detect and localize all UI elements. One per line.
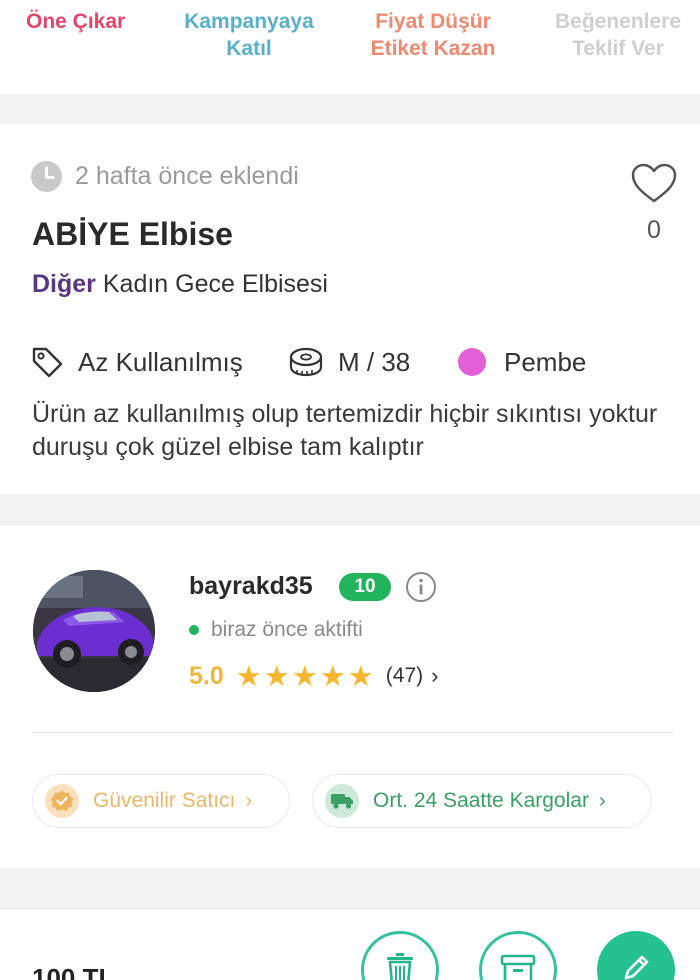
fast-shipping-label: Ort. 24 Saatte Kargolar	[373, 789, 589, 812]
archive-button[interactable]	[479, 931, 557, 980]
price-drop-tab[interactable]: Fiyat Düşür Etiket Kazan	[362, 8, 504, 62]
chevron-right-icon: ›	[598, 789, 606, 812]
product-price: 100 TL	[32, 963, 115, 980]
measuring-tape-icon	[289, 347, 323, 377]
feature-tab[interactable]: Öne Çıkar	[26, 8, 125, 35]
size-text: M / 38	[338, 346, 411, 377]
offer-likers-tab[interactable]: Beğenenlere Teklif Ver	[548, 8, 688, 62]
size-attr: M / 38	[288, 342, 410, 382]
clock-icon	[30, 160, 63, 192]
chevron-right-icon: ›	[245, 789, 253, 812]
color-text: Pembe	[504, 346, 587, 377]
info-icon[interactable]	[405, 571, 437, 603]
product-attributes: Az Kullanılmış M / 38 Pembe	[30, 342, 690, 382]
condition-text: Az Kullanılmış	[78, 346, 243, 377]
delete-button[interactable]	[361, 931, 439, 980]
badge-check-icon	[45, 784, 79, 818]
like-count: 0	[647, 216, 661, 244]
seller-rating[interactable]: 5.0 ★★★★★ (47) ›	[189, 660, 439, 693]
truck-icon	[325, 784, 359, 818]
added-time-text: 2 hafta önce eklendi	[75, 161, 299, 190]
avatar-image	[33, 570, 155, 692]
color-attr: Pembe	[458, 342, 586, 382]
box-icon	[500, 954, 536, 980]
campaign-tab[interactable]: Kampanyaya Katıl	[180, 8, 318, 62]
seller-status: biraz önce aktifti	[189, 618, 363, 642]
seller-level-badge: 10	[339, 573, 391, 601]
trusted-seller-badge[interactable]: Güvenilir Satıcı ›	[32, 774, 290, 828]
product-title: ABİYE Elbise	[32, 216, 233, 252]
condition-attr: Az Kullanılmış	[30, 342, 243, 382]
fast-shipping-badge[interactable]: Ort. 24 Saatte Kargolar ›	[312, 774, 652, 828]
action-tabs: Öne Çıkar Kampanyaya Katıl Fiyat Düşür E…	[0, 0, 700, 94]
product-card: 2 hafta önce eklendi 0 ABİYE Elbise Diğe…	[0, 124, 700, 494]
trusted-seller-label: Güvenilir Satıcı	[93, 789, 236, 812]
pencil-icon	[624, 955, 649, 980]
seller-username[interactable]: bayrakd35	[189, 572, 313, 601]
tag-icon	[32, 347, 63, 378]
review-count: (47)	[385, 664, 424, 687]
added-time: 2 hafta önce eklendi	[30, 160, 299, 192]
bottom-action-bar: 100 TL	[0, 908, 700, 980]
rating-stars: ★★★★★	[235, 660, 376, 693]
product-category: Diğer Kadın Gece Elbisesi	[32, 270, 328, 299]
online-dot	[189, 625, 199, 635]
avatar[interactable]	[33, 570, 155, 692]
category-sub: Kadın Gece Elbisesi	[102, 270, 328, 298]
product-description: Ürün az kullanılmış olup tertemizdir hiç…	[32, 400, 658, 461]
seller-status-text: biraz önce aktifti	[211, 618, 363, 641]
chevron-right-icon: ›	[431, 663, 439, 688]
edit-button[interactable]	[597, 931, 675, 980]
heart-icon[interactable]	[630, 162, 678, 204]
divider	[32, 732, 674, 733]
rating-score: 5.0	[189, 661, 224, 690]
color-swatch	[458, 348, 486, 376]
category-main[interactable]: Diğer	[32, 270, 96, 298]
seller-card: bayrakd35 10 biraz önce aktifti 5.0 ★★★★…	[0, 526, 700, 868]
trash-icon	[387, 953, 413, 980]
